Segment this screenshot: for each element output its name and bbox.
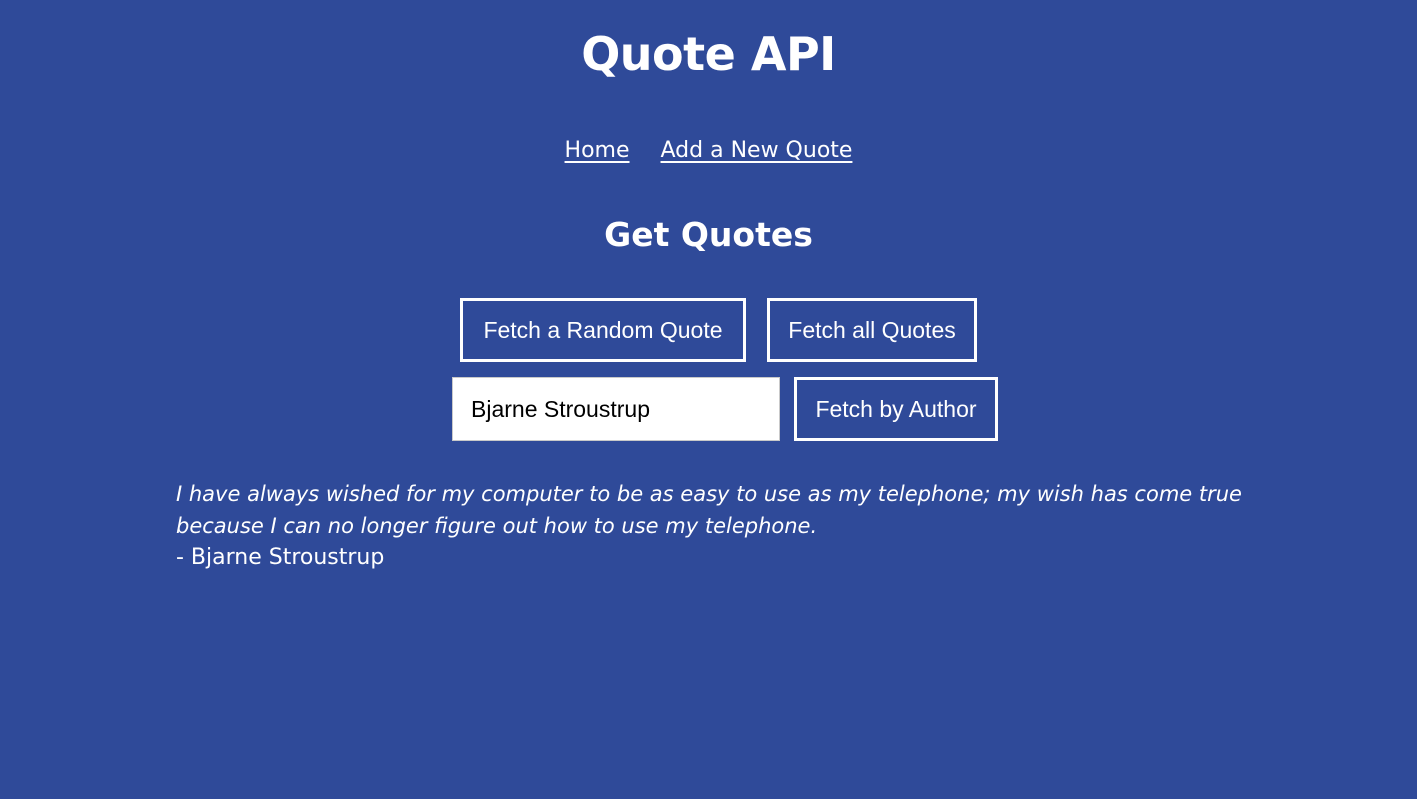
author-input[interactable] bbox=[452, 377, 780, 441]
fetch-by-author-button[interactable]: Fetch by Author bbox=[794, 377, 998, 441]
fetch-random-quote-button[interactable]: Fetch a Random Quote bbox=[460, 298, 746, 362]
fetch-all-quotes-button[interactable]: Fetch all Quotes bbox=[767, 298, 977, 362]
nav-link-home[interactable]: Home bbox=[565, 136, 630, 166]
section-title: Get Quotes bbox=[604, 215, 813, 254]
page: Quote API Home Add a New Quote Get Quote… bbox=[0, 0, 1417, 799]
quote-text: I have always wished for my computer to … bbox=[176, 482, 1242, 538]
nav-link-add-quote[interactable]: Add a New Quote bbox=[661, 136, 853, 166]
quote-author: - Bjarne Stroustrup bbox=[176, 545, 385, 570]
page-title: Quote API bbox=[581, 27, 836, 81]
quote-result: I have always wished for my computer to … bbox=[176, 478, 1276, 574]
main-nav: Home Add a New Quote bbox=[0, 136, 1417, 166]
